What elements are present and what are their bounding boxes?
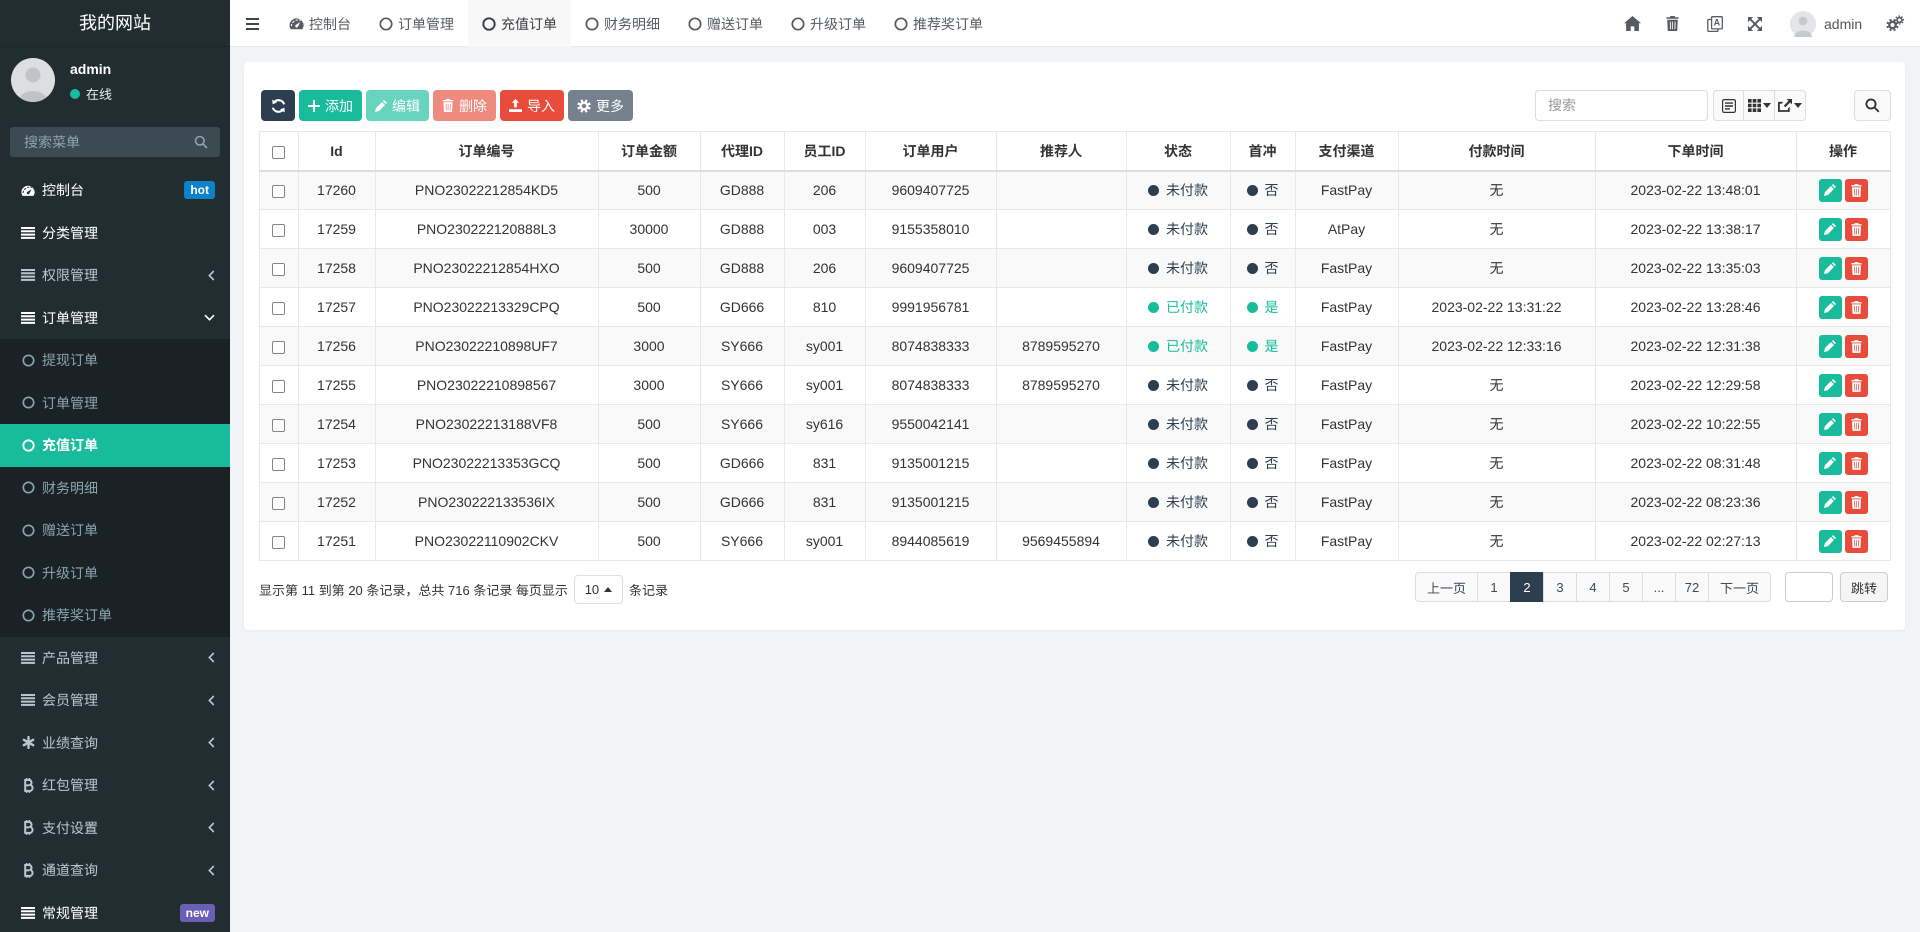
- svg-text:A: A: [1714, 17, 1721, 27]
